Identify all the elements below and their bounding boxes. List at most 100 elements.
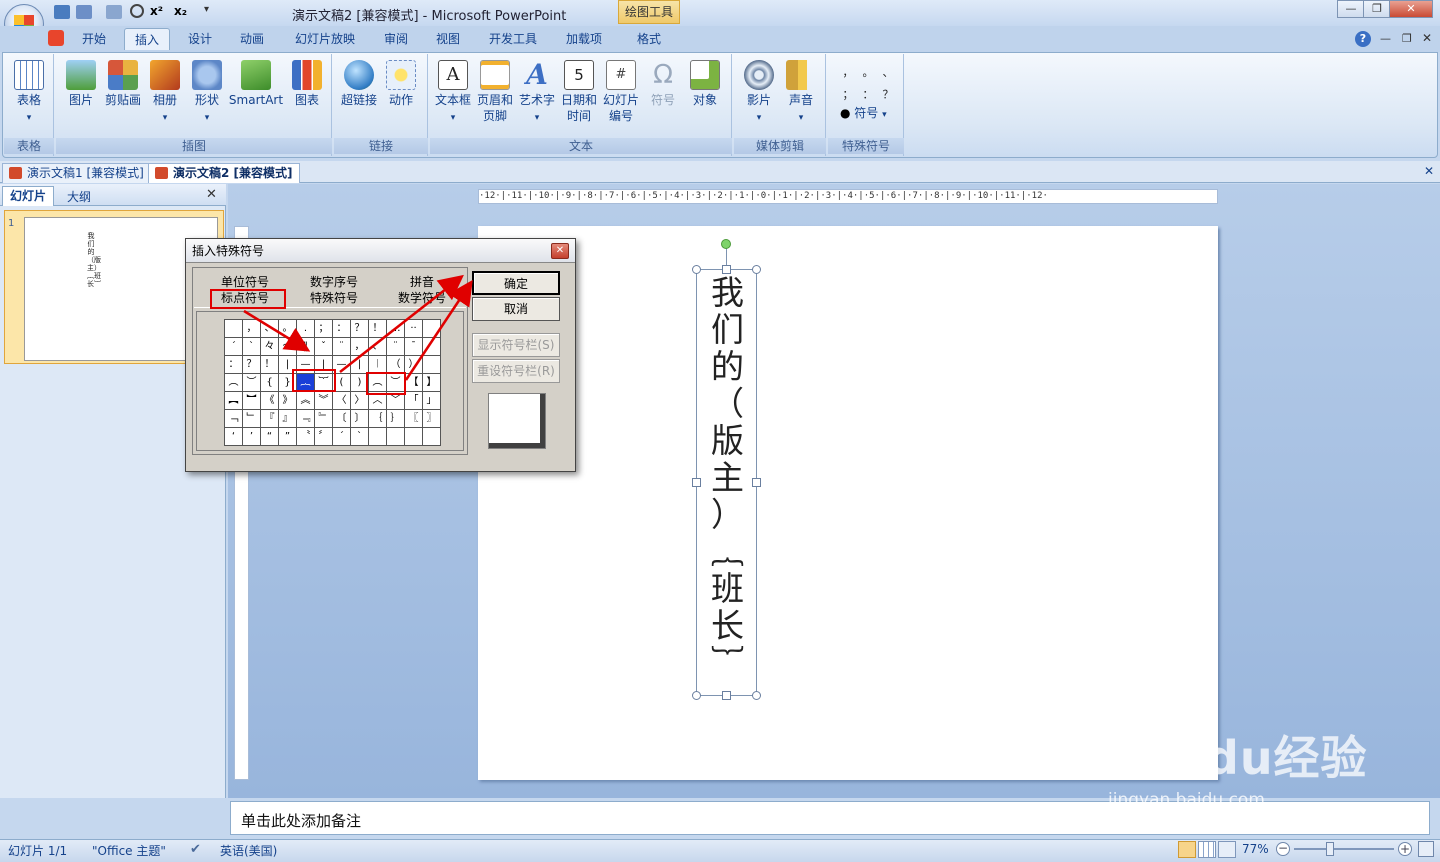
tab-format[interactable]: 格式 [626,28,672,50]
close-button[interactable]: ✕ [1389,0,1433,18]
symbol-button[interactable]: Ω 符号 [642,60,684,108]
symbol-cell[interactable]: ～ [278,337,297,356]
symbol-colon[interactable]: ： [858,86,878,102]
tab-addins[interactable]: 加载项 [556,28,612,50]
symbol-cell[interactable] [404,427,423,446]
symbol-cell[interactable]: ！ [368,319,387,338]
symbol-cell[interactable]: 。 [278,319,297,338]
undo-icon[interactable] [76,5,92,19]
vertical-textbox[interactable]: 我 们 的 （ 版 主 ） ︷ 班 长 ︸ [696,269,757,696]
symbol-cell[interactable] [368,427,387,446]
wordart-button[interactable]: A 艺术字 ▾ [516,60,558,126]
symbol-cell[interactable]: 【 [404,373,423,392]
symbol-cell[interactable]: ’ [242,427,261,446]
resize-handle-br[interactable] [752,691,761,700]
photo-album-button[interactable]: 相册 ▾ [144,60,186,126]
resize-handle-l[interactable] [692,478,701,487]
resize-handle-r[interactable] [752,478,761,487]
rotate-handle[interactable] [721,239,731,249]
symbol-cell[interactable]: ： [224,355,243,374]
symbol-cell[interactable]: | [350,355,369,374]
action-button[interactable]: 动作 [380,60,422,108]
symbol-cell[interactable]: ｝ [386,409,405,428]
zoom-slider[interactable] [1294,848,1394,850]
symbol-cell[interactable]: ¨ [332,337,351,356]
symbol-cell[interactable]: 》 [278,391,297,410]
symbol-cell[interactable]: 〈 [332,391,351,410]
symbol-cell[interactable]: ˊ [224,337,243,356]
symbol-cell[interactable]: ﹄ [314,409,333,428]
symbol-period[interactable]: 。 [858,64,878,80]
clipart-button[interactable]: 剪贴画 [102,60,144,108]
fit-to-window-icon[interactable] [1418,841,1434,857]
tab-view[interactable]: 视图 [426,28,470,50]
print-preview-icon[interactable] [130,4,144,18]
tab-design[interactable]: 设计 [178,28,222,50]
symbol-cell[interactable]: ？ [350,319,369,338]
symbol-cell[interactable]: ︾ [314,391,333,410]
object-button[interactable]: 对象 [684,60,726,108]
symbol-cell[interactable]: ） [404,355,423,374]
symbol-cell[interactable]: ˉ [404,337,423,356]
symbol-cell[interactable]: ﹃ [296,409,315,428]
superscript-button[interactable]: x² [150,4,163,18]
tab-outline[interactable]: 大纲 [56,188,102,206]
chart-button[interactable]: 图表 [286,60,328,108]
symbol-cell[interactable]: ， [242,319,261,338]
symbol-cell[interactable]: 『 [260,409,279,428]
zoom-level[interactable]: 77% [1242,842,1269,856]
shapes-button[interactable]: 形状 ▾ [186,60,228,126]
symbol-cell[interactable]: ： [332,319,351,338]
resize-handle-t[interactable] [722,265,731,274]
symbol-cell[interactable]: “ [260,427,279,446]
symbol-cell[interactable]: ﹁ [224,409,243,428]
zoom-out-button[interactable]: − [1276,842,1290,856]
subscript-button[interactable]: x₂ [174,4,187,18]
symbol-cell[interactable]: ︽ [296,391,315,410]
symbol-cell[interactable]: ｛ [368,409,387,428]
symbol-cell[interactable] [422,337,441,356]
symbol-cell[interactable]: 〞 [314,427,333,446]
ok-button[interactable]: 确定 [472,271,560,295]
symbol-cell[interactable]: ·· [404,319,423,338]
zoom-slider-thumb[interactable] [1326,842,1334,856]
symbol-cell[interactable] [422,427,441,446]
show-symbol-bar-button[interactable]: 显示符号栏(S) [472,333,560,357]
symbol-cell[interactable]: ； [314,319,333,338]
tab-home[interactable]: 开始 [72,28,116,50]
reset-symbol-bar-button[interactable]: 重设符号栏(R) [472,359,560,383]
symbol-cell[interactable]: ？ [242,355,261,374]
symbol-cell[interactable]: ﹂ [242,409,261,428]
ribbon-minimize-icon[interactable]: — [1380,32,1391,45]
symbol-comma[interactable]: ， [838,64,858,80]
slide-canvas[interactable] [478,226,1218,780]
symbol-cell[interactable]: ︵ [224,373,243,392]
picture-button[interactable]: 图片 [60,60,102,108]
symbol-cell[interactable]: ˇ [314,337,333,356]
symbol-cell[interactable]: 〕 [350,409,369,428]
symbol-cell[interactable]: 〖 [404,409,423,428]
tab-pinyin[interactable]: 拼音 [378,274,466,290]
slideshow-view-icon[interactable] [1218,841,1236,858]
symbol-cell[interactable]: 」 [422,391,441,410]
ribbon-close-icon[interactable]: ✕ [1422,31,1432,45]
symbol-cell[interactable]: ¨ [386,337,405,356]
symbol-cell[interactable]: 《 [260,391,279,410]
tab-math-symbols[interactable]: 数学符号 [378,290,466,306]
symbol-cell[interactable]: 〗 [422,409,441,428]
symbol-cell[interactable] [386,427,405,446]
symbol-cell[interactable]: . [296,319,315,338]
symbol-cell[interactable]: ˊ [332,427,351,446]
symbol-cell[interactable]: 】 [422,373,441,392]
resize-handle-tr[interactable] [752,265,761,274]
header-footer-button[interactable]: 页眉和 页脚 [474,60,516,124]
symbol-cell[interactable]: … [386,319,405,338]
cancel-button[interactable]: 取消 [472,297,560,321]
symbol-cell[interactable]: 、 [260,319,279,338]
tab-developer[interactable]: 开发工具 [480,28,546,50]
symbol-cell[interactable]: ！ [260,355,279,374]
symbol-cell[interactable]: ” [278,427,297,446]
symbol-cell[interactable]: ︱ [368,355,387,374]
symbol-cell[interactable]: 〔 [332,409,351,428]
tab-number-symbols[interactable]: 数字序号 [290,274,378,290]
